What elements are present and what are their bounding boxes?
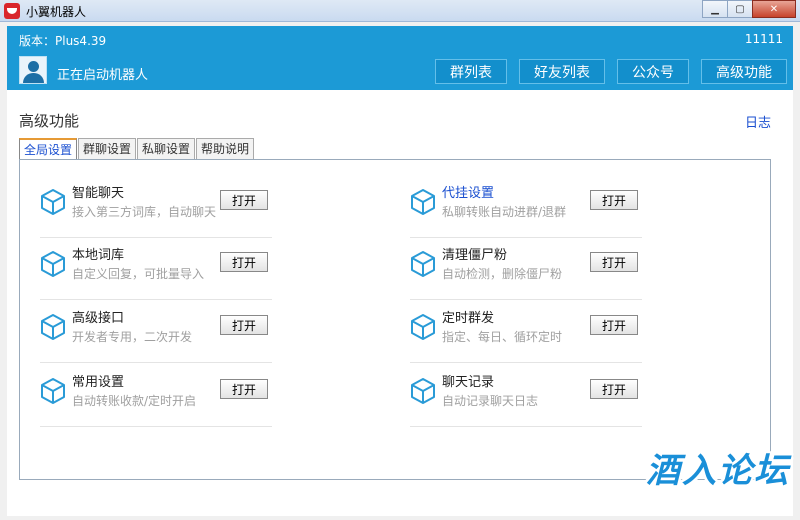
top-nav: 群列表 好友列表 公众号 高级功能 <box>435 59 787 84</box>
avatar[interactable] <box>19 56 47 84</box>
open-advanced-api-button[interactable]: 打开 <box>220 315 268 335</box>
feature-name: 常用设置 <box>72 375 125 390</box>
feature-desc: 自动检测，删除僵尸粉 <box>442 267 563 281</box>
account-id: 11111 <box>744 32 783 46</box>
cube-icon <box>41 189 65 215</box>
feature-name: 清理僵尸粉 <box>442 248 508 263</box>
group-list-button[interactable]: 群列表 <box>435 59 507 84</box>
feature-scheduled-broadcast: 定时群发 指定、每日、循环定时 打开 <box>410 301 642 363</box>
page-title: 高级功能 <box>19 112 80 130</box>
maximize-icon[interactable]: ▢ <box>727 0 753 18</box>
feature-advanced-api: 高级接口 开发者专用，二次开发 打开 <box>40 301 272 363</box>
status-text: 正在启动机器人 <box>57 68 149 83</box>
open-smart-chat-button[interactable]: 打开 <box>220 190 268 210</box>
close-icon[interactable]: ✕ <box>752 0 796 18</box>
friend-list-button[interactable]: 好友列表 <box>519 59 605 84</box>
tab-help[interactable]: 帮助说明 <box>196 138 255 159</box>
open-proxy-settings-button[interactable]: 打开 <box>590 190 638 210</box>
feature-smart-chat: 智能聊天 接入第三方词库，自动聊天 打开 <box>40 176 272 238</box>
feature-desc: 开发者专用，二次开发 <box>72 330 193 344</box>
app-header: 版本：Plus4.39 11111 正在启动机器人 群列表 好友列表 公众号 高… <box>7 26 793 90</box>
feature-desc: 自动转账收款/定时开启 <box>72 394 197 408</box>
settings-tabs: 全局设置 群聊设置 私聊设置 帮助说明 <box>19 138 255 160</box>
feature-desc: 自定义回复，可批量导入 <box>72 267 205 281</box>
title-bar: 小翼机器人 ▁ ▢ ✕ <box>0 0 800 22</box>
feature-name: 定时群发 <box>442 311 495 326</box>
open-scheduled-broadcast-button[interactable]: 打开 <box>590 315 638 335</box>
feature-chat-history: 聊天记录 自动记录聊天日志 打开 <box>410 365 642 427</box>
feature-desc: 接入第三方词库，自动聊天 <box>72 205 217 219</box>
open-local-lexicon-button[interactable]: 打开 <box>220 252 268 272</box>
minimize-icon[interactable]: ▁ <box>702 0 728 18</box>
settings-panel: 智能聊天 接入第三方词库，自动聊天 打开 本地词库 自定义回复，可批量导入 打开… <box>19 159 771 480</box>
feature-proxy-settings: 代挂设置 私聊转账自动进群/退群 打开 <box>410 176 642 238</box>
tab-private-chat-settings[interactable]: 私聊设置 <box>137 138 196 159</box>
cube-icon <box>411 251 435 277</box>
version-label: 版本：Plus4.39 <box>19 34 107 48</box>
advanced-features-button[interactable]: 高级功能 <box>701 59 787 84</box>
tab-global-settings[interactable]: 全局设置 <box>19 138 78 160</box>
feature-name: 高级接口 <box>72 311 125 326</box>
feature-local-lexicon: 本地词库 自定义回复，可批量导入 打开 <box>40 238 272 300</box>
window-controls: ▁ ▢ ✕ <box>702 0 796 18</box>
feature-clean-zombie-fans: 清理僵尸粉 自动检测，删除僵尸粉 打开 <box>410 238 642 300</box>
tab-group-chat-settings[interactable]: 群聊设置 <box>78 138 137 159</box>
cube-icon <box>411 189 435 215</box>
app-logo-icon <box>4 3 20 19</box>
window-title: 小翼机器人 <box>26 5 87 19</box>
cube-icon <box>411 314 435 340</box>
feature-name: 本地词库 <box>72 248 125 263</box>
feature-desc: 指定、每日、循环定时 <box>442 330 563 344</box>
cube-icon <box>411 378 435 404</box>
log-link[interactable]: 日志 <box>745 112 771 131</box>
feature-common-settings: 常用设置 自动转账收款/定时开启 打开 <box>40 365 272 427</box>
feature-desc: 自动记录聊天日志 <box>442 394 539 408</box>
feature-name: 代挂设置 <box>442 186 495 201</box>
feature-desc: 私聊转账自动进群/退群 <box>442 205 567 219</box>
cube-icon <box>41 314 65 340</box>
open-chat-history-button[interactable]: 打开 <box>590 379 638 399</box>
open-common-settings-button[interactable]: 打开 <box>220 379 268 399</box>
feature-name: 聊天记录 <box>442 375 495 390</box>
cube-icon <box>41 251 65 277</box>
cube-icon <box>41 378 65 404</box>
watermark-text: 酒入论坛 <box>646 451 790 491</box>
official-account-button[interactable]: 公众号 <box>617 59 689 84</box>
feature-name: 智能聊天 <box>72 186 125 201</box>
open-clean-zombie-fans-button[interactable]: 打开 <box>590 252 638 272</box>
